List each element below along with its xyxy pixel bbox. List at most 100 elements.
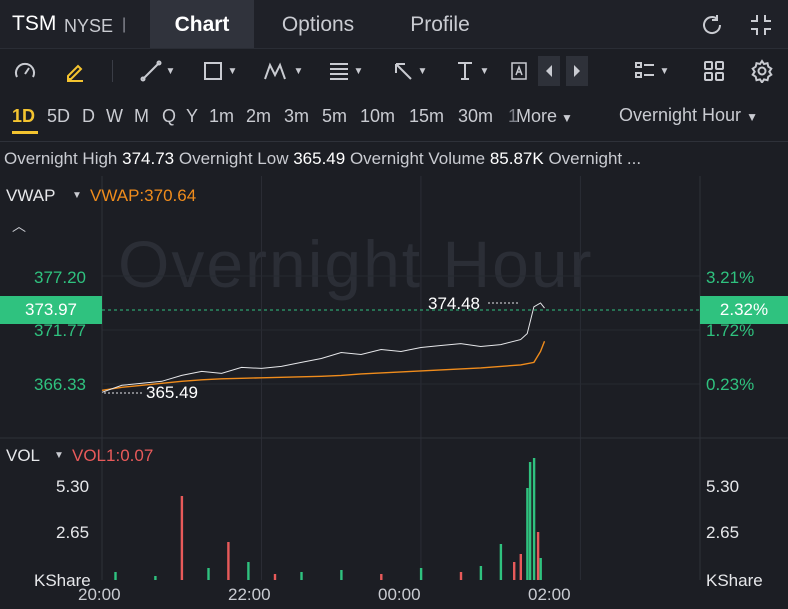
grid-icon[interactable] (700, 56, 728, 86)
interval-q[interactable]: Q (162, 103, 176, 129)
interval-m[interactable]: M (134, 103, 149, 129)
volume-bar (180, 496, 184, 580)
x-tick: 22:00 (228, 585, 271, 604)
current-price-tag: 373.97 (0, 296, 102, 324)
volume-tick: 5.30 (706, 477, 740, 496)
tab-options[interactable]: Options (262, 0, 374, 48)
fib-text-icon[interactable]: ▼ (322, 56, 368, 86)
volume-bar (528, 462, 532, 580)
volume-bar (300, 572, 303, 580)
scroll-left-icon[interactable] (538, 56, 560, 86)
exchange-name: NYSE (64, 16, 114, 36)
header-separator: | (122, 16, 127, 33)
volume-bar (519, 554, 522, 580)
volume-bar (247, 562, 250, 580)
more-intervals-button[interactable]: More ▼ (516, 103, 573, 129)
stat-volume-value: 85.87K (489, 149, 544, 168)
low-annotation: 365.49 (146, 383, 198, 402)
percent-tick: 0.23% (706, 375, 755, 394)
volume-bars (114, 458, 542, 580)
volume-tick: 2.65 (56, 523, 90, 542)
interval-3m[interactable]: 3m (284, 103, 309, 129)
volume-bar (536, 532, 540, 580)
active-interval-indicator (12, 131, 38, 134)
collapse-up-icon[interactable]: ︿ (12, 216, 26, 236)
interval-1d[interactable]: 1D (12, 103, 35, 129)
chevron-down-icon[interactable]: ▼ (54, 450, 64, 461)
price-series-line (101, 302, 545, 393)
stat-volume-label: Overnight Volume (349, 149, 486, 168)
volume-unit: KShare (706, 571, 763, 590)
layout-list-icon[interactable]: ▼ (628, 56, 674, 86)
volume-bar (499, 544, 503, 580)
refresh-icon[interactable] (699, 12, 725, 38)
interval-1m[interactable]: 1m (209, 103, 234, 129)
session-select[interactable]: Overnight Hour ▼ (619, 105, 758, 126)
price-tick: 371.77 (34, 321, 86, 340)
text-tool-icon[interactable] (508, 56, 530, 86)
rectangle-icon[interactable]: ▼ (196, 56, 242, 86)
settings-icon[interactable] (748, 56, 776, 86)
volume-bar (513, 562, 516, 580)
x-tick: 02:00 (528, 585, 571, 604)
indicator-gauge-icon[interactable] (10, 56, 40, 86)
percent-tick: 3.21% (706, 268, 755, 287)
chevron-down-icon: ▼ (561, 111, 573, 125)
toolbar-divider (112, 60, 113, 82)
stat-high-value: 374.73 (122, 149, 175, 168)
volume-indicator-name[interactable]: VOL (6, 446, 40, 466)
volume-bar (459, 572, 463, 580)
interval-d[interactable]: D (82, 103, 95, 129)
interval-30m[interactable]: 30m (458, 103, 493, 129)
draw-pencil-icon[interactable] (60, 56, 90, 86)
volume-indicator-value: VOL1:0.07 (72, 446, 154, 465)
high-annotation: 374.48 (428, 294, 480, 313)
volume-bar (532, 458, 536, 580)
tab-profile[interactable]: Profile (388, 0, 492, 48)
volume-bar (479, 566, 483, 580)
current-percent-tag: 2.32% (700, 296, 788, 324)
scroll-right-icon[interactable] (566, 56, 588, 86)
volume-bar (526, 488, 529, 580)
chevron-down-icon[interactable]: ▼ (72, 190, 82, 201)
session-stats: Overnight High 374.73 Overnight Low 365.… (4, 147, 641, 171)
price-tick: 377.20 (34, 268, 86, 287)
session-label: Overnight Hour (619, 105, 742, 125)
vwap-indicator-value: VWAP:370.64 (90, 186, 197, 205)
volume-tick: 5.30 (56, 477, 90, 496)
interval-w[interactable]: W (106, 103, 123, 129)
interval-10m[interactable]: 10m (360, 103, 395, 129)
interval-y[interactable]: Y (186, 103, 198, 129)
stat-low-label: Overnight Low (178, 149, 289, 168)
volume-bar (419, 568, 423, 580)
price-range-icon[interactable]: ▼ (448, 56, 494, 86)
interval-5m[interactable]: 5m (322, 103, 347, 129)
stat-low-value: 365.49 (293, 149, 346, 168)
price-tick: 366.33 (34, 375, 86, 394)
volume-bar (340, 570, 343, 580)
x-tick: 00:00 (378, 585, 421, 604)
divider (0, 141, 788, 142)
interval-2m[interactable]: 2m (246, 103, 271, 129)
stat-high-label: Overnight High (4, 149, 118, 168)
trend-line-icon[interactable]: ▼ (134, 56, 180, 86)
volume-bar (154, 576, 157, 580)
price-volume-chart[interactable] (0, 176, 788, 609)
tab-chart[interactable]: Chart (150, 0, 254, 48)
interval-15m[interactable]: 15m (409, 103, 444, 129)
arrow-icon[interactable]: ▼ (386, 56, 432, 86)
chart-grid (101, 176, 701, 580)
volume-bar (380, 574, 383, 580)
pattern-icon[interactable]: ▼ (258, 56, 308, 86)
more-label: More (516, 106, 558, 126)
vwap-indicator-name[interactable]: VWAP (6, 186, 55, 206)
stat-trailing-label: Overnight ... (548, 149, 642, 168)
x-tick: 20:00 (78, 585, 121, 604)
volume-bar (114, 572, 117, 580)
fullscreen-collapse-icon[interactable] (748, 12, 774, 38)
chevron-down-icon: ▼ (746, 110, 758, 124)
volume-bar (273, 574, 277, 580)
interval-5d[interactable]: 5D (47, 103, 70, 129)
volume-bar (539, 558, 542, 580)
volume-tick: 2.65 (706, 523, 740, 542)
